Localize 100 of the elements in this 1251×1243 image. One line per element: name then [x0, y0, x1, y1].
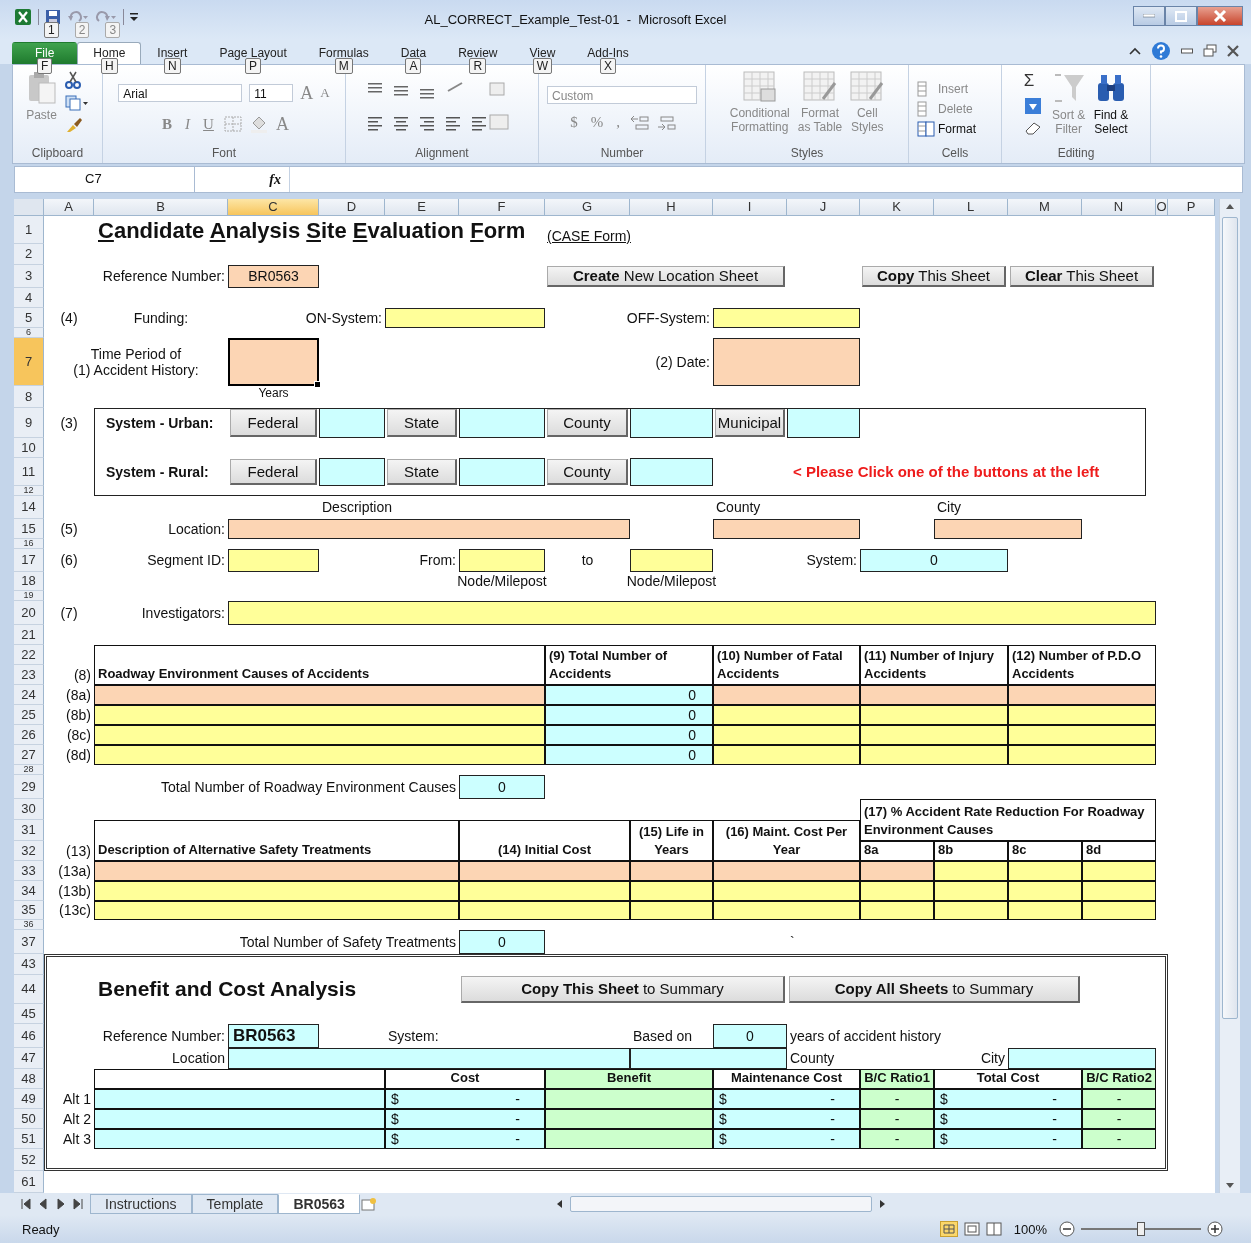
shrink-font-button[interactable]: A: [320, 85, 330, 102]
column-header[interactable]: H: [630, 198, 713, 216]
column-header[interactable]: P: [1168, 198, 1215, 216]
input-cell[interactable]: [787, 407, 860, 438]
maximize-button[interactable]: [1165, 6, 1197, 26]
table-cell[interactable]: [713, 880, 860, 901]
table-cell[interactable]: [545, 1128, 713, 1149]
cells-icon[interactable]: [917, 120, 935, 137]
undo-icon[interactable]: [67, 9, 89, 25]
column-header[interactable]: M: [1008, 198, 1082, 216]
row-header[interactable]: 5: [14, 307, 44, 328]
table-cell[interactable]: $ -: [385, 1108, 545, 1129]
table-cell[interactable]: [860, 724, 1008, 745]
table-cell[interactable]: [94, 860, 459, 881]
row-header[interactable]: 37: [14, 929, 44, 954]
minimize-button[interactable]: [1133, 6, 1165, 26]
input-cell[interactable]: 0: [860, 548, 1008, 572]
input-cell[interactable]: BR0563: [228, 264, 319, 288]
sheet-button[interactable]: Copy This Sheet: [862, 265, 1006, 287]
table-cell[interactable]: [94, 724, 545, 745]
page-break-icon[interactable]: [985, 1222, 1002, 1237]
table-cell[interactable]: 0: [545, 744, 713, 765]
table-cell[interactable]: [860, 860, 934, 881]
zoom-in-icon[interactable]: [1207, 1221, 1223, 1238]
row-header[interactable]: 20: [14, 600, 44, 625]
row-header[interactable]: 23: [14, 664, 44, 685]
input-cell[interactable]: [630, 1047, 787, 1069]
sheet-button[interactable]: Federal: [230, 408, 317, 437]
column-header[interactable]: D: [319, 198, 385, 216]
table-cell[interactable]: [94, 704, 545, 725]
row-header[interactable]: 36: [14, 919, 44, 930]
row-header[interactable]: 34: [14, 880, 44, 901]
column-header[interactable]: A: [44, 198, 94, 216]
row-header[interactable]: 49: [14, 1088, 44, 1109]
excel-logo-icon[interactable]: [14, 8, 32, 26]
input-cell[interactable]: [385, 307, 545, 328]
row-header[interactable]: 16: [14, 538, 44, 549]
table-cell[interactable]: -: [860, 1108, 934, 1129]
row-header[interactable]: 43: [14, 953, 44, 975]
column-header[interactable]: I: [713, 198, 787, 216]
zoom-out-icon[interactable]: [1059, 1221, 1075, 1238]
sheet-tab[interactable]: BR0563: [278, 1194, 360, 1215]
row-header[interactable]: 32: [14, 840, 44, 861]
input-cell[interactable]: [630, 407, 713, 438]
row-header[interactable]: 30: [14, 798, 44, 820]
input-cell[interactable]: 0: [459, 774, 545, 799]
fill-handle[interactable]: [314, 380, 321, 388]
table-cell[interactable]: [860, 704, 1008, 725]
table-cell[interactable]: [713, 744, 860, 765]
close-icon[interactable]: [1227, 44, 1239, 57]
sheet-tab[interactable]: Template: [191, 1194, 279, 1215]
column-header[interactable]: G: [545, 198, 630, 216]
table-cell[interactable]: -: [860, 1128, 934, 1149]
row-header[interactable]: 29: [14, 774, 44, 799]
table-cell[interactable]: [1008, 860, 1082, 881]
column-header[interactable]: N: [1082, 198, 1156, 216]
table-cell[interactable]: [860, 684, 1008, 705]
row-header[interactable]: 51: [14, 1128, 44, 1149]
table-cell[interactable]: [1008, 704, 1156, 725]
table-cell[interactable]: -: [860, 1088, 934, 1109]
table-cell[interactable]: 0: [545, 724, 713, 745]
table-cell[interactable]: [713, 704, 860, 725]
table-cell[interactable]: [94, 1108, 385, 1129]
input-cell[interactable]: 0: [713, 1023, 787, 1048]
table-cell[interactable]: [1008, 684, 1156, 705]
input-cell[interactable]: [713, 337, 860, 386]
table-cell[interactable]: [459, 880, 630, 901]
input-cell[interactable]: BR0563: [228, 1023, 319, 1048]
table-cell[interactable]: -: [1082, 1128, 1156, 1149]
column-header[interactable]: O: [1156, 198, 1168, 216]
table-cell[interactable]: [713, 724, 860, 745]
table-cell[interactable]: [545, 1108, 713, 1129]
table-cell[interactable]: [713, 860, 860, 881]
input-cell[interactable]: [459, 457, 545, 486]
row-header[interactable]: 48: [14, 1068, 44, 1089]
row-header[interactable]: 3: [14, 264, 44, 288]
brush-icon[interactable]: [64, 116, 83, 133]
page-layout-icon[interactable]: [963, 1222, 980, 1237]
zoom-slider-thumb[interactable]: [1137, 1222, 1145, 1237]
table-cell[interactable]: $ -: [385, 1088, 545, 1109]
close-button[interactable]: [1197, 6, 1243, 26]
input-cell[interactable]: [319, 457, 385, 486]
editing-button[interactable]: Find & Select: [1093, 107, 1129, 136]
row-header[interactable]: 4: [14, 287, 44, 308]
restore-icon[interactable]: [1203, 44, 1217, 58]
row-header[interactable]: 12: [14, 485, 44, 496]
minimize-icon[interactable]: [1181, 47, 1193, 54]
row-header[interactable]: 17: [14, 548, 44, 572]
column-header[interactable]: E: [385, 198, 459, 216]
sheet-navigation-icon[interactable]: [20, 1198, 84, 1211]
column-header[interactable]: J: [787, 198, 860, 216]
table-cell[interactable]: [1008, 744, 1156, 765]
fill-color-icon[interactable]: [248, 115, 269, 134]
table-cell[interactable]: [1008, 880, 1082, 901]
table-cell[interactable]: $ -: [385, 1128, 545, 1149]
row-header[interactable]: 25: [14, 704, 44, 725]
table-cell[interactable]: [94, 1088, 385, 1109]
row-header[interactable]: 46: [14, 1023, 44, 1048]
cells-button[interactable]: Insert: [938, 81, 968, 96]
input-cell[interactable]: [1008, 1047, 1156, 1069]
